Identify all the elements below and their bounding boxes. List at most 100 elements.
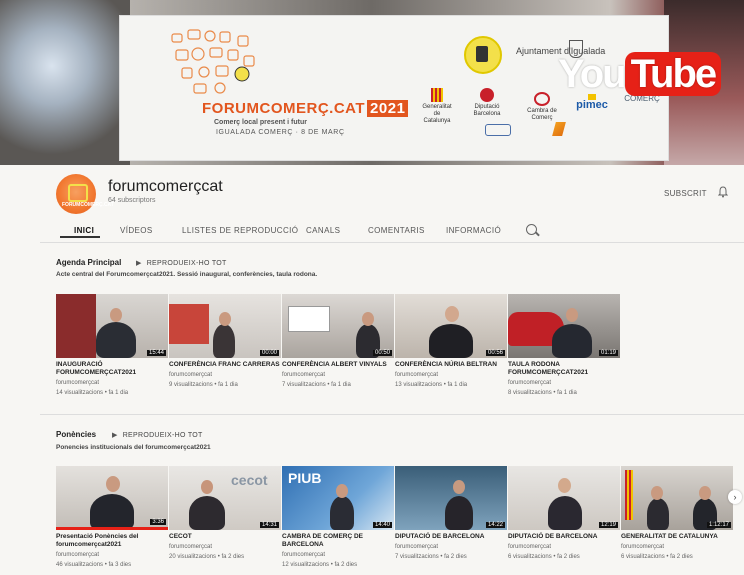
section-description: Ponencies institucionals del forumcomerç…	[56, 444, 211, 451]
tab-llistes[interactable]: LLISTES DE REPRODUCCIÓ	[182, 226, 298, 235]
video-duration: 1:12:17	[706, 522, 731, 528]
tab-informacio[interactable]: INFORMACIÓ	[446, 226, 501, 235]
video-duration: 01:19	[598, 350, 618, 356]
video-title[interactable]: TAULA RODONA FORUMCOMERÇCAT2021	[508, 361, 620, 377]
search-icon[interactable]	[526, 224, 537, 235]
video-card[interactable]: 12:19 DIPUTACIÓ DE BARCELONA forumcomerç…	[508, 466, 620, 561]
video-thumbnail[interactable]: 14:22	[395, 466, 507, 530]
section-title-agenda: Agenda Principal	[56, 258, 122, 267]
video-duration: 14:22	[485, 522, 505, 528]
video-title[interactable]: DIPUTACIÓ DE BARCELONA	[508, 533, 620, 541]
video-channel[interactable]: forumcomerçcat	[282, 371, 394, 379]
video-channel[interactable]: forumcomerçcat	[56, 551, 168, 559]
video-meta: 46 visualitzacions • fa 3 dies	[56, 562, 132, 568]
video-thumbnail[interactable]: 1:12:17	[621, 466, 733, 530]
video-title[interactable]: CONFERÈNCIA FRANC CARRERAS	[169, 361, 281, 369]
section-divider	[40, 414, 744, 415]
video-duration: 15:44	[146, 350, 166, 356]
tab-comentaris[interactable]: COMENTARIS	[368, 226, 425, 235]
video-title[interactable]: Presentació Ponències del forumcomerçcat…	[56, 533, 168, 549]
video-card[interactable]: 1:12:17 GENERALITAT DE CATALUNYA forumco…	[621, 466, 733, 561]
video-channel[interactable]: forumcomerçcat	[169, 371, 281, 379]
tabs-divider	[40, 242, 744, 243]
video-duration: 12:19	[598, 522, 618, 528]
partner-logo	[552, 122, 566, 138]
video-thumbnail[interactable]: 12:19	[508, 466, 620, 530]
video-meta: 7 visualitzacions • fa 1 dia	[282, 382, 351, 388]
video-card[interactable]: PIUB 14:40 CAMBRA DE COMERÇ DE BARCELONA…	[282, 466, 394, 569]
video-channel[interactable]: forumcomerçcat	[395, 543, 507, 551]
video-duration: 3:36	[150, 519, 166, 525]
video-thumbnail[interactable]: PIUB 14:40	[282, 466, 394, 530]
video-meta: 20 visualitzacions • fa 2 dies	[169, 554, 245, 560]
video-card[interactable]: 01:19 TAULA RODONA FORUMCOMERÇCAT2021 fo…	[508, 294, 620, 397]
tab-inici[interactable]: INICI	[74, 226, 94, 235]
video-card[interactable]: 00:56 CONFERÈNCIA NÚRIA BELTRAN forumcom…	[395, 294, 507, 389]
video-title[interactable]: CONFERÈNCIA ALBERT VINYALS	[282, 361, 394, 369]
video-card[interactable]: 3:36 Presentació Ponències del forumcome…	[56, 466, 168, 569]
video-channel[interactable]: forumcomerçcat	[508, 379, 620, 387]
play-all-button[interactable]: REPRODUEIX-HO TOT	[136, 259, 227, 267]
subscribe-button[interactable]: SUBSCRIT	[664, 189, 707, 198]
chevron-right-icon[interactable]: ›	[728, 490, 742, 504]
video-channel[interactable]: forumcomerçcat	[395, 371, 507, 379]
brand-subtitle: Comerç local present i futur	[214, 119, 307, 126]
video-meta: 14 visualitzacions • fa 1 dia	[56, 390, 129, 396]
video-title[interactable]: CECOT	[169, 533, 281, 541]
cart-icon	[68, 184, 88, 202]
consorci-logo	[484, 124, 512, 138]
banner-background-left	[0, 0, 130, 165]
video-card[interactable]: 15:44 INAUGURACIÓ FORUMCOMERÇCAT2021 for…	[56, 294, 168, 397]
brand-date: IGUALADA COMERÇ · 8 DE MARÇ	[216, 129, 345, 136]
video-channel[interactable]: forumcomerçcat	[169, 543, 281, 551]
play-all-button[interactable]: REPRODUEIX-HO TOT	[112, 431, 203, 439]
video-card[interactable]: cecot 14:31 CECOT forumcomerçcat 20 visu…	[169, 466, 281, 561]
video-thumbnail[interactable]: 00:50	[282, 294, 394, 358]
section-description: Acte central del Forumcomerçcat2021. Ses…	[56, 271, 318, 278]
video-channel[interactable]: forumcomerçcat	[508, 543, 620, 551]
video-thumbnail[interactable]: 15:44	[56, 294, 168, 358]
video-meta: 6 visualitzacions • fa 2 dies	[508, 554, 580, 560]
video-thumbnail[interactable]: 00:00	[169, 294, 281, 358]
video-duration: 00:50	[372, 350, 392, 356]
video-channel[interactable]: forumcomerçcat	[56, 379, 168, 387]
brand-title: FORUMCOMERÇ.CAT 2021	[202, 100, 409, 117]
video-card[interactable]: 00:00 CONFERÈNCIA FRANC CARRERAS forumco…	[169, 294, 281, 389]
video-meta: 6 visualitzacions • fa 2 dies	[621, 554, 693, 560]
active-tab-indicator	[60, 236, 100, 238]
tab-videos[interactable]: VÍDEOS	[120, 226, 153, 235]
video-duration: 00:56	[485, 350, 505, 356]
section-title-ponencies: Ponències	[56, 430, 97, 439]
tab-canals[interactable]: CANALS	[306, 226, 340, 235]
video-channel[interactable]: forumcomerçcat	[282, 551, 394, 559]
diputacio-logo: Diputació Barcelona	[470, 88, 504, 118]
video-meta: 13 visualitzacions • fa 1 dia	[395, 382, 468, 388]
video-thumbnail[interactable]: 00:56	[395, 294, 507, 358]
channel-avatar[interactable]: FORUMCOMERÇ.CAT	[56, 174, 114, 214]
video-meta: 7 visualitzacions • fa 2 dies	[395, 554, 467, 560]
video-thumbnail[interactable]: 3:36	[56, 466, 168, 530]
video-duration: 14:40	[372, 522, 392, 528]
video-meta: 12 visualitzacions • fa 2 dies	[282, 562, 358, 568]
channel-banner: FORUMCOMERÇ.CAT 2021 Comerç local present…	[0, 0, 744, 165]
video-thumbnail[interactable]: 01:19	[508, 294, 620, 358]
video-title[interactable]: DIPUTACIÓ DE BARCELONA	[395, 533, 507, 541]
subscriber-count: 64 subscriptors	[108, 197, 156, 204]
video-title[interactable]: INAUGURACIÓ FORUMCOMERÇCAT2021	[56, 361, 168, 377]
generalitat-logo: Generalitat de Catalunya	[422, 88, 452, 125]
notification-bell-icon[interactable]	[718, 186, 728, 198]
video-title[interactable]: CONFERÈNCIA NÚRIA BELTRAN	[395, 361, 507, 369]
youtube-logo: You Tube	[558, 52, 722, 97]
video-title[interactable]: CAMBRA DE COMERÇ DE BARCELONA	[282, 533, 394, 549]
video-title[interactable]: GENERALITAT DE CATALUNYA	[621, 533, 733, 541]
video-meta: 9 visualitzacions • fa 1 dia	[169, 382, 238, 388]
video-card[interactable]: 00:50 CONFERÈNCIA ALBERT VINYALS forumco…	[282, 294, 394, 389]
video-meta: 8 visualitzacions • fa 1 dia	[508, 390, 577, 396]
video-thumbnail[interactable]: cecot 14:31	[169, 466, 281, 530]
video-channel[interactable]: forumcomerçcat	[621, 543, 733, 551]
cambra-logo: Cambra de Comerç	[524, 92, 560, 122]
video-duration: 14:31	[259, 522, 279, 528]
video-card[interactable]: 14:22 DIPUTACIÓ DE BARCELONA forumcomerç…	[395, 466, 507, 561]
video-duration: 00:00	[259, 350, 279, 356]
watched-progress-bar	[56, 527, 168, 530]
